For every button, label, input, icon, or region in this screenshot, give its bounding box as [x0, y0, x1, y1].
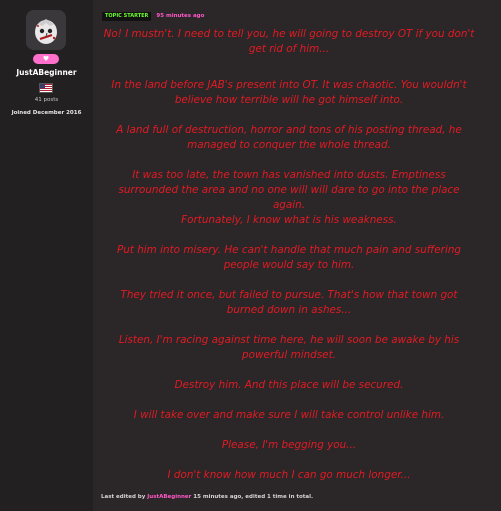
post-paragraph: No! I mustn't. I need to tell you, he wi…	[103, 28, 475, 55]
edit-notice-user[interactable]: JustABeginner	[147, 494, 191, 500]
post-paragraph: I will take over and make sure I will ta…	[133, 409, 445, 421]
post-paragraph: They tried it once, but failed to pursue…	[120, 289, 458, 316]
post-paragraph: Destroy him. And this place will be secu…	[174, 379, 404, 391]
edit-notice-prefix: Last edited by	[101, 494, 148, 500]
post-paragraph: A land full of destruction, horror and t…	[116, 124, 462, 151]
edit-notice-suffix: 15 minutes ago, edited 1 time in total.	[191, 494, 314, 500]
post-paragraph: In the land before JAB's present into OT…	[111, 79, 467, 106]
avatar-image	[26, 10, 66, 50]
post-paragraph: It was too late, the town has vanished i…	[118, 169, 460, 211]
post-paragraph: Put him into misery. He can't handle tha…	[116, 244, 462, 271]
post-count: 41 posts	[34, 97, 59, 103]
heart-icon: ♥	[42, 55, 50, 63]
avatar[interactable]	[26, 10, 66, 50]
us-flag-icon	[39, 83, 53, 93]
post-header: TOPIC STARTER 95 minutes ago	[102, 11, 204, 21]
edit-notice: Last edited by JustABeginner 15 minutes …	[101, 494, 313, 500]
post-paragraph: Listen, I'm racing against time here, he…	[118, 334, 460, 361]
heart-badge: ♥	[33, 54, 59, 64]
post-paragraph: I don't know how much I can go much long…	[167, 469, 411, 481]
topic-starter-badge: TOPIC STARTER	[102, 11, 152, 21]
forum-post: ♥ JustABeginner 41 posts Joined December…	[0, 0, 501, 511]
post-paragraph: Fortunately, I know what is his weakness…	[181, 214, 397, 226]
post-paragraph: Please, I'm begging you...	[221, 439, 357, 451]
join-date: Joined December 2016	[11, 110, 82, 116]
username[interactable]: JustABeginner	[0, 68, 93, 77]
user-sidebar: ♥ JustABeginner 41 posts Joined December…	[0, 0, 93, 511]
post-timestamp[interactable]: 95 minutes ago	[156, 13, 204, 19]
